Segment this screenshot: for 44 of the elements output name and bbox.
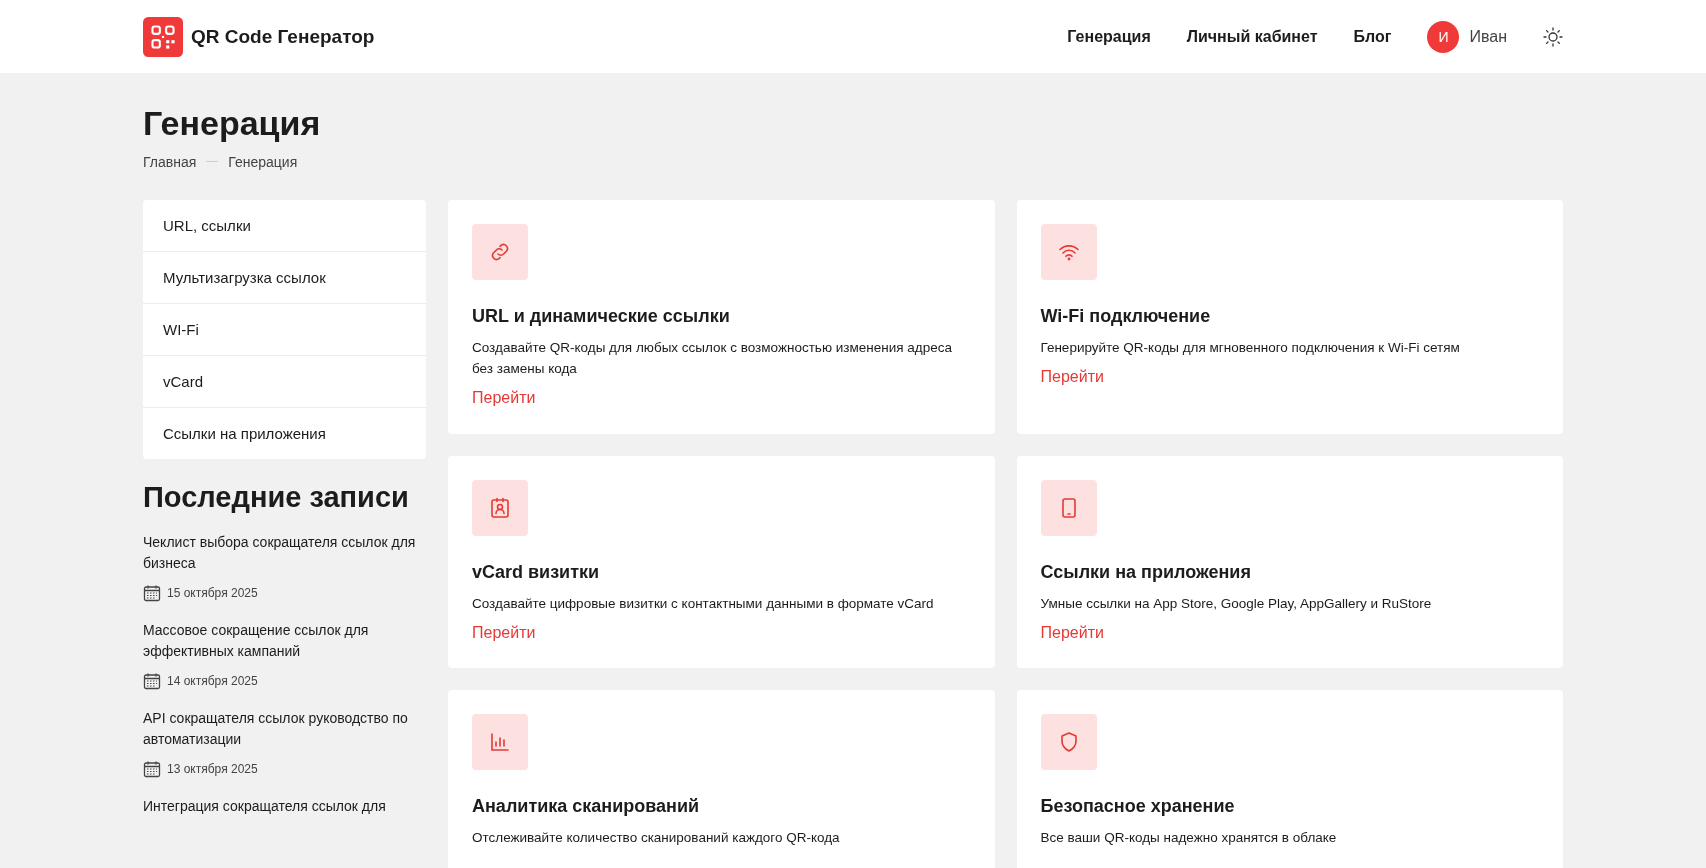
go-link[interactable]: Перейти xyxy=(472,623,536,642)
theme-toggle-icon[interactable] xyxy=(1543,26,1563,47)
feature-description: Умные ссылки на App Store, Google Play, AppGallery и RuStore xyxy=(1040,594,1433,613)
sidebar-menu-item[interactable]: WI-Fi xyxy=(143,303,426,356)
post-title-link[interactable]: Чеклист выбора сокращателя ссылок для бизнеса xyxy=(143,531,426,574)
post-date: 13 октября 2025 xyxy=(167,761,258,776)
post-title-link[interactable]: Массовое сокращение ссылок для эффективных кампаний xyxy=(143,619,426,662)
sidebar-menu-item[interactable]: vCard xyxy=(143,355,426,408)
nav-link[interactable]: Генерация xyxy=(1067,27,1151,46)
recent-posts-heading: Последние записи xyxy=(143,480,410,514)
feature-title: Безопасное хранение xyxy=(1040,795,1236,817)
calendar-icon xyxy=(143,759,161,778)
go-link[interactable]: Перейти xyxy=(1040,367,1104,386)
site-name[interactable]: QR Code Генератор xyxy=(191,25,375,48)
go-link[interactable]: Перейти xyxy=(472,388,536,407)
post-date: 14 октября 2025 xyxy=(167,673,258,688)
calendar-icon xyxy=(143,671,161,690)
feature-description: Отслеживайте количество сканирований каждого QR-кода xyxy=(472,828,841,847)
breadcrumb-link[interactable]: Главная xyxy=(143,153,197,170)
go-link[interactable]: Перейти xyxy=(1040,623,1104,642)
calendar-icon xyxy=(143,583,161,602)
feature-description: Создавайте QR-коды для любых ссылок с возможностью изменения адреса без замены кода xyxy=(472,338,953,378)
post-title-link[interactable]: API сокращателя ссылок руководство по автоматизации xyxy=(143,707,426,750)
nav-link[interactable]: Блог xyxy=(1353,27,1392,46)
sidebar-menu-item[interactable]: URL, ссылки xyxy=(143,199,426,252)
feature-title: Ссылки на приложения xyxy=(1040,561,1252,583)
feature-title: vCard визитки xyxy=(472,561,601,583)
qr-logo-icon[interactable] xyxy=(143,16,183,57)
feature-title: URL и динамические ссылки xyxy=(472,305,731,327)
feature-description: Все ваши QR-коды надежно хранятся в облаке xyxy=(1040,828,1338,847)
feature-title: Аналитика сканирований xyxy=(472,795,701,817)
user-avatar[interactable]: И xyxy=(1427,20,1460,53)
feature-title: Wi-Fi подключение xyxy=(1040,305,1212,327)
page-title: Генерация xyxy=(143,103,322,144)
nav-link[interactable]: Личный кабинет xyxy=(1186,27,1318,46)
breadcrumb-link[interactable]: Генерация xyxy=(228,153,298,170)
feature-description: Генерируйте QR-коды для мгновенного подключения к Wi-Fi сетям xyxy=(1040,338,1461,357)
post-date: 15 октября 2025 xyxy=(167,585,258,600)
sidebar-menu-item[interactable]: Ссылки на приложения xyxy=(143,407,426,459)
user-name[interactable]: Иван xyxy=(1469,27,1507,46)
sidebar-menu-item[interactable]: Мультизагрузка ссылок xyxy=(143,251,426,304)
feature-description: Создавайте цифровые визитки с контактными данными в формате vCard xyxy=(472,594,935,613)
post-title-link[interactable]: Интеграция сокращателя ссылок для xyxy=(143,795,426,817)
contact-card-icon xyxy=(488,495,512,520)
